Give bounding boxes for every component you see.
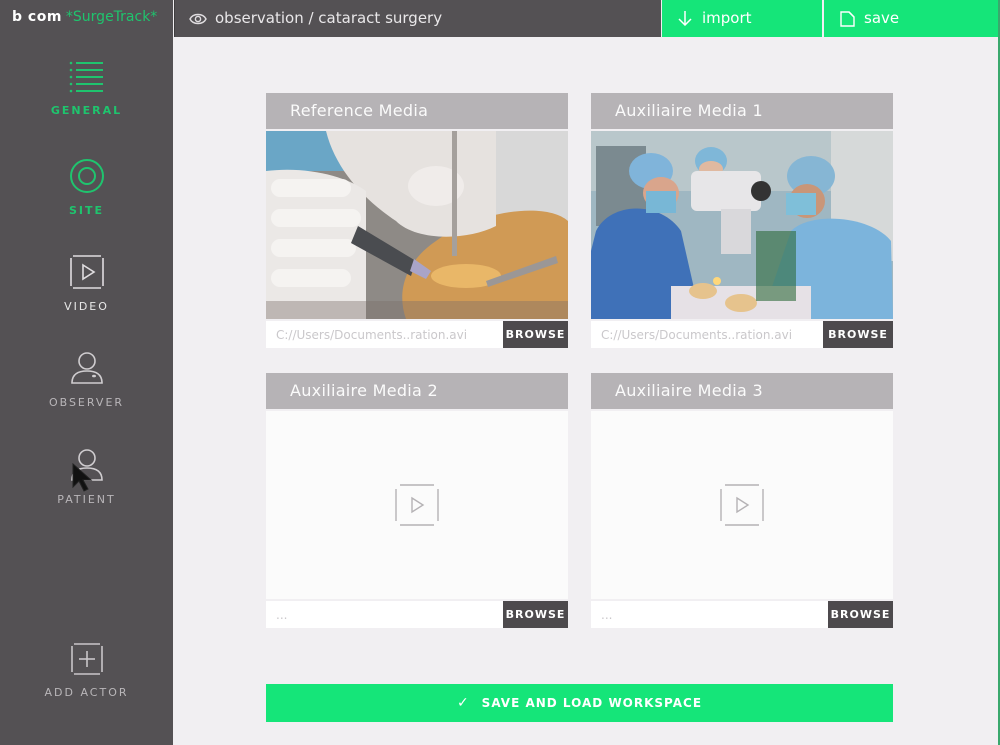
- save-label: save: [864, 9, 900, 27]
- sidebar-item-site[interactable]: SITE: [0, 158, 173, 217]
- media-card-auxiliaire-1: Auxiliaire Media 1 C://Users/Documents..…: [591, 93, 893, 348]
- sidebar-item-label: SITE: [68, 204, 105, 217]
- logo: b com *SurgeTrack*: [12, 9, 157, 25]
- sidebar-item-label: VIDEO: [64, 300, 109, 313]
- media-card-title: Auxiliaire Media 3: [591, 373, 893, 409]
- media-card-footer: BROWSE: [591, 601, 893, 628]
- play-icon: [395, 484, 439, 526]
- media-card-footer: BROWSE: [591, 321, 893, 348]
- target-icon: [69, 159, 104, 193]
- browse-button[interactable]: BROWSE: [503, 601, 568, 628]
- eye-icon: [189, 13, 207, 25]
- sidebar-item-label: GENERAL: [50, 104, 123, 117]
- check-icon: ✓: [456, 695, 470, 711]
- save-and-load-workspace-button[interactable]: ✓ SAVE AND LOAD WORKSPACE: [266, 684, 893, 722]
- browse-button[interactable]: BROWSE: [828, 601, 893, 628]
- brand-logo: b com: [12, 9, 62, 25]
- arrow-down-icon: [678, 11, 692, 26]
- file-path-input[interactable]: [591, 601, 827, 628]
- play-icon: [720, 484, 764, 526]
- video-placeholder[interactable]: [266, 411, 568, 599]
- sidebar-item-label: OBSERVER: [48, 396, 125, 409]
- plus-icon: [70, 643, 103, 675]
- surgery-closeup-image: [266, 131, 568, 319]
- browse-button[interactable]: BROWSE: [823, 321, 893, 348]
- video-placeholder[interactable]: [591, 411, 893, 599]
- app-window: b com *SurgeTrack* GENERAL SITE VIDEO OB…: [0, 0, 1000, 745]
- list-icon: [69, 61, 103, 93]
- media-card-reference: Reference Media C://Users/Documents..rat…: [266, 93, 568, 348]
- operating-room-image: [591, 131, 893, 319]
- sidebar-item-label: PATIENT: [57, 493, 116, 506]
- sidebar-item-video[interactable]: VIDEO: [0, 254, 173, 313]
- user-icon: [70, 352, 103, 384]
- add-actor-label: ADD ACTOR: [44, 686, 129, 699]
- save-and-load-label: SAVE AND LOAD WORKSPACE: [481, 696, 703, 710]
- video-thumbnail[interactable]: [591, 131, 893, 319]
- file-path-input[interactable]: [591, 321, 827, 348]
- media-card-title: Reference Media: [266, 93, 568, 129]
- file-icon: [840, 11, 855, 27]
- media-card-auxiliaire-3: Auxiliaire Media 3 BROWSE: [591, 373, 893, 628]
- product-name: *SurgeTrack*: [65, 9, 158, 25]
- mouse-cursor-icon: [72, 463, 93, 492]
- breadcrumb-bar: observation / cataract surgery: [174, 0, 661, 37]
- browse-button[interactable]: BROWSE: [503, 321, 568, 348]
- import-label: import: [702, 9, 752, 27]
- sidebar-item-general[interactable]: GENERAL: [0, 60, 173, 117]
- media-card-title: Auxiliaire Media 1: [591, 93, 893, 129]
- file-path-input[interactable]: [266, 601, 502, 628]
- breadcrumb: observation / cataract surgery: [215, 9, 443, 27]
- save-button[interactable]: save: [824, 0, 998, 37]
- file-path-input[interactable]: [266, 321, 502, 348]
- media-card-footer: BROWSE: [266, 321, 568, 348]
- media-card-footer: BROWSE: [266, 601, 568, 628]
- sidebar: b com *SurgeTrack* GENERAL SITE VIDEO OB…: [0, 0, 173, 745]
- media-card-auxiliaire-2: Auxiliaire Media 2 BROWSE: [266, 373, 568, 628]
- video-thumbnail[interactable]: [266, 131, 568, 319]
- play-icon: [69, 255, 104, 289]
- add-actor-button[interactable]: ADD ACTOR: [0, 642, 173, 699]
- media-card-title: Auxiliaire Media 2: [266, 373, 568, 409]
- import-button[interactable]: import: [662, 0, 822, 37]
- sidebar-item-observer[interactable]: OBSERVER: [0, 350, 173, 409]
